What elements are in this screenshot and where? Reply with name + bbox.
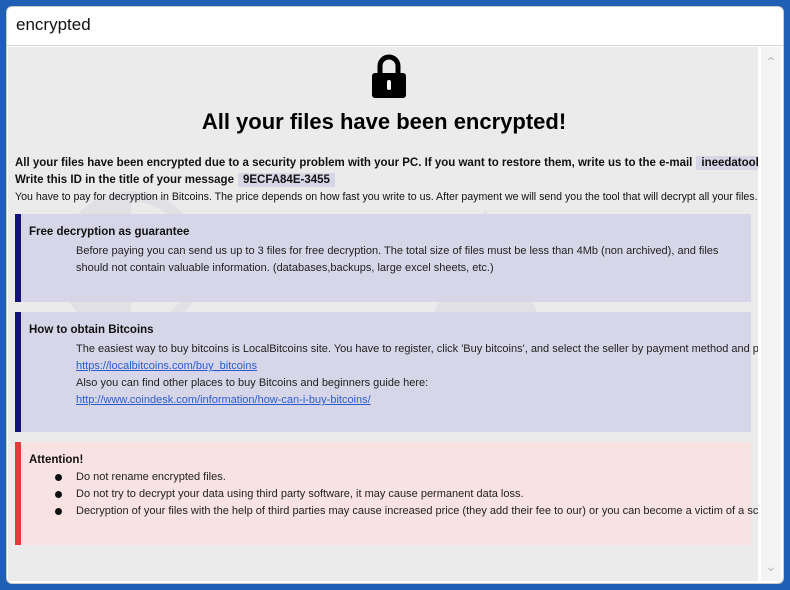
intro-text: All your files have been encrypted due t…	[15, 157, 693, 169]
payment-info: You have to pay for decryption in Bitcoi…	[15, 191, 758, 203]
box-accent-bar	[15, 214, 21, 302]
lock-icon	[372, 54, 406, 98]
page-title: All your files have been encrypted!	[201, 109, 567, 134]
box-title: Free decryption as guarantee	[29, 226, 190, 238]
box-text: Also you can find other places to buy Bi…	[76, 377, 429, 389]
contact-email: ineedatool@rape.lol	[696, 156, 758, 170]
intro-line-id: Write this ID in the title of your messa…	[15, 173, 335, 187]
victim-id: 9ECFA84E-3455	[237, 173, 335, 187]
attention-box: Attention! Do not rename encrypted files…	[15, 442, 758, 545]
list-item: Do not try to decrypt your data using th…	[55, 488, 524, 500]
vertical-scrollbar[interactable]: ⌃ ⌄	[761, 47, 781, 581]
free-decryption-box: Free decryption as guarantee Before payi…	[15, 214, 751, 302]
box-text: Before paying you can send us up to 3 fi…	[76, 245, 719, 274]
ransom-note-window: encrypted ◐ ▲ All your files have been e…	[6, 6, 784, 584]
box-text: The easiest way to buy bitcoins is Local…	[76, 343, 758, 355]
intro-line-email: All your files have been encrypted due t…	[15, 156, 758, 170]
localbitcoins-link[interactable]: https://localbitcoins.com/buy_bitcoins	[76, 358, 744, 375]
bitcoins-box: How to obtain Bitcoins The easiest way t…	[15, 312, 758, 432]
bullet-icon	[55, 490, 62, 498]
box-title: Attention!	[29, 454, 84, 466]
bullet-icon	[55, 473, 62, 481]
chevron-down-icon[interactable]: ⌄	[763, 559, 779, 575]
box-accent-bar	[15, 442, 21, 545]
title-bar: encrypted	[7, 7, 783, 46]
id-instruction: Write this ID in the title of your messa…	[15, 174, 234, 186]
bullet-icon	[55, 507, 62, 515]
box-title: How to obtain Bitcoins	[29, 324, 154, 336]
window-title: encrypted	[16, 15, 91, 34]
list-item: Do not rename encrypted files.	[55, 471, 226, 483]
chevron-up-icon[interactable]: ⌃	[763, 55, 779, 71]
box-accent-bar	[15, 312, 21, 432]
list-item: Decryption of your files with the help o…	[55, 505, 758, 517]
message-content: ◐ ▲ All your files have been encrypted! …	[8, 47, 758, 581]
coindesk-link[interactable]: http://www.coindesk.com/information/how-…	[76, 392, 744, 409]
